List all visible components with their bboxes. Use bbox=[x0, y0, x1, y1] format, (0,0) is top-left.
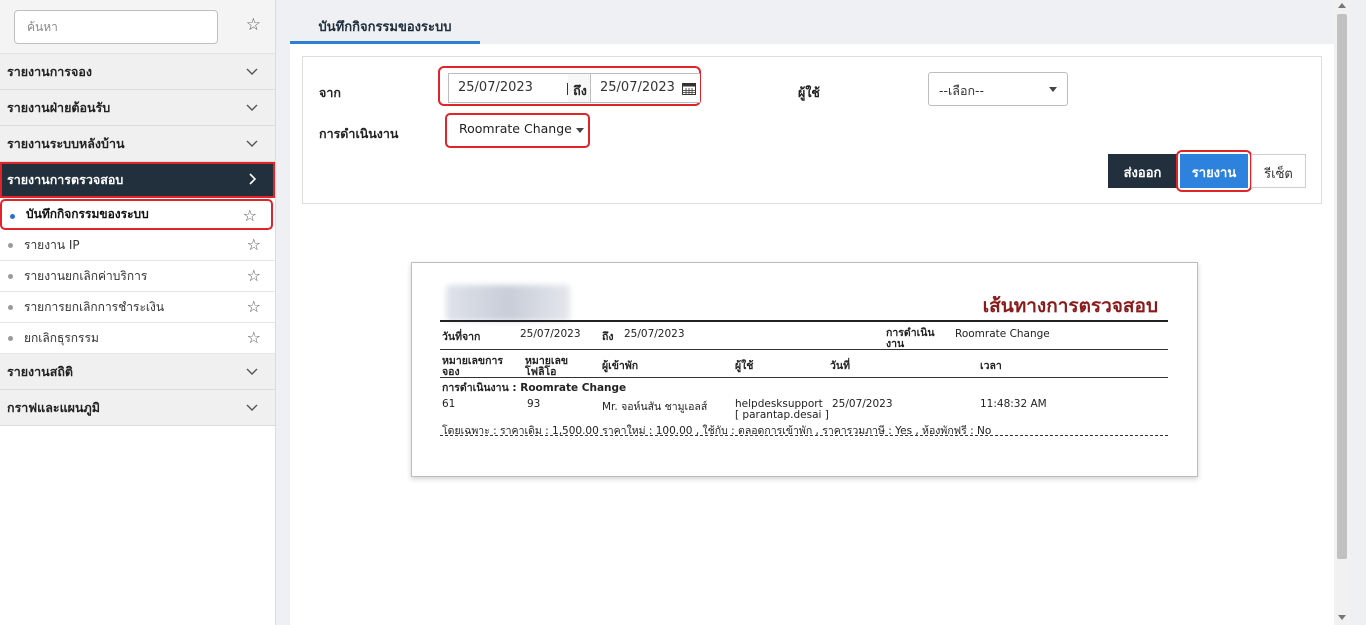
sidebar-section-label: รายงานการตรวจสอบ bbox=[7, 171, 124, 187]
date-range-group: 25/07/2023 ถึง 25/07/2023 bbox=[438, 66, 701, 106]
col-time: เวลา bbox=[980, 360, 1002, 372]
sidebar-section-label: รายงานการจอง bbox=[7, 63, 92, 79]
report-button[interactable]: รายงาน bbox=[1180, 154, 1248, 188]
row-detail: โดยเฉพาะ : ราคาเดิม : 1,500.00 ราคาใหม่ … bbox=[442, 425, 992, 437]
sidebar-item-system-activity-log[interactable]: บันทึกกิจกรรมของระบบ ☆ bbox=[0, 199, 273, 230]
export-button[interactable]: ส่งออก bbox=[1108, 154, 1177, 188]
col-date: วันที่ bbox=[830, 360, 850, 372]
to-date-input[interactable]: 25/07/2023 bbox=[590, 73, 700, 103]
dashed-divider bbox=[440, 435, 1168, 436]
sidebar-item-ip-report[interactable]: รายงาน IP ☆ bbox=[0, 230, 275, 261]
action-select[interactable]: Roomrate Change bbox=[451, 118, 584, 143]
export-button-label: ส่งออก bbox=[1123, 166, 1162, 181]
calendar-icon[interactable] bbox=[682, 82, 696, 95]
row-guest: Mr. จอห์นสัน ชามูเอลส์ bbox=[602, 401, 708, 413]
tab-system-activity-log[interactable]: บันทึกกิจกรรมของระบบ bbox=[290, 16, 480, 44]
sidebar: ☆ รายงานการจอง รายงานฝ่ายต้อนรับ รายงานร… bbox=[0, 0, 276, 625]
chevron-down-icon bbox=[246, 368, 258, 375]
from-date-value: 25/07/2023 bbox=[458, 80, 533, 95]
content-panel: จาก 25/07/2023 ถึง 25/07/2023 ผู้ใช้ --เ… bbox=[290, 44, 1334, 625]
sidebar-item-label: รายงานยกเลิกค่าบริการ bbox=[24, 268, 148, 283]
star-icon[interactable]: ☆ bbox=[246, 17, 261, 34]
bullet-icon bbox=[8, 274, 13, 279]
star-icon[interactable]: ☆ bbox=[243, 208, 257, 224]
hotel-logo-blurred bbox=[446, 285, 570, 321]
user-select[interactable]: --เลือก-- bbox=[928, 72, 1068, 106]
chevron-down-icon bbox=[246, 104, 258, 111]
scrollbar-thumb[interactable] bbox=[1337, 14, 1347, 559]
chevron-right-icon bbox=[249, 173, 257, 185]
row-folio-no: 93 bbox=[527, 398, 541, 410]
row-date: 25/07/2023 bbox=[832, 398, 893, 410]
sidebar-item-label: ยกเลิกธุรกรรม bbox=[24, 330, 99, 345]
row-booking-no: 61 bbox=[442, 398, 456, 410]
date-from-value: 25/07/2023 bbox=[520, 328, 581, 340]
vertical-scrollbar[interactable] bbox=[1334, 0, 1350, 625]
chevron-down-icon bbox=[246, 404, 258, 411]
date-to-value: 25/07/2023 bbox=[624, 328, 685, 340]
search-input[interactable] bbox=[14, 10, 218, 44]
bullet-icon bbox=[10, 214, 15, 219]
sidebar-section-front-desk-reports[interactable]: รายงานฝ่ายต้อนรับ bbox=[0, 90, 275, 126]
col-guest: ผู้เข้าพัก bbox=[602, 360, 639, 372]
sidebar-item-void-transactions[interactable]: ยกเลิกธุรกรรม ☆ bbox=[0, 323, 275, 354]
sidebar-section-statistics-reports[interactable]: รายงานสถิติ bbox=[0, 354, 275, 390]
sidebar-item-label: รายการยกเลิกการชำระเงิน bbox=[24, 299, 165, 314]
action-select-value: Roomrate Change bbox=[459, 121, 572, 136]
row-user-sub: [ parantap.desai ] bbox=[735, 409, 829, 421]
sidebar-section-back-office-reports[interactable]: รายงานระบบหลังบ้าน bbox=[0, 126, 275, 162]
bullet-icon bbox=[8, 305, 13, 310]
date-to-label: ถึง bbox=[602, 331, 614, 343]
sidebar-item-cancelled-payments[interactable]: รายการยกเลิกการชำระเงิน ☆ bbox=[0, 292, 275, 323]
date-from-label: วันที่จาก bbox=[442, 331, 481, 343]
bullet-icon bbox=[8, 336, 13, 341]
scroll-down-arrow-icon[interactable] bbox=[1338, 615, 1346, 620]
col-user: ผู้ใช้ bbox=[735, 360, 754, 372]
caret-down-icon bbox=[1049, 87, 1057, 92]
sidebar-section-label: รายงานฝ่ายต้อนรับ bbox=[7, 99, 111, 115]
sidebar-section-label: รายงานระบบหลังบ้าน bbox=[7, 135, 125, 151]
sidebar-section-label: รายงานสถิติ bbox=[7, 363, 74, 379]
sidebar-item-label: รายงาน IP bbox=[24, 237, 80, 252]
action-value: Roomrate Change bbox=[955, 328, 1050, 340]
report-title: เส้นทางการตรวจสอบ bbox=[982, 295, 1158, 317]
user-select-value: --เลือก-- bbox=[939, 83, 985, 98]
chevron-down-icon bbox=[246, 140, 258, 147]
bullet-icon bbox=[8, 243, 13, 248]
sidebar-section-audit-reports[interactable]: รายงานการตรวจสอบ bbox=[0, 162, 275, 198]
sidebar-item-cancelled-charges-report[interactable]: รายงานยกเลิกค่าบริการ ☆ bbox=[0, 261, 275, 292]
scroll-up-arrow-icon[interactable] bbox=[1338, 3, 1346, 8]
filter-panel: จาก 25/07/2023 ถึง 25/07/2023 ผู้ใช้ --เ… bbox=[302, 56, 1322, 204]
sidebar-search-bar: ☆ bbox=[0, 0, 275, 54]
divider bbox=[440, 349, 1168, 350]
divider bbox=[440, 320, 1168, 322]
action-select-highlight: Roomrate Change bbox=[445, 113, 590, 148]
star-icon[interactable]: ☆ bbox=[247, 268, 261, 284]
tab-label: บันทึกกิจกรรมของระบบ bbox=[318, 20, 452, 35]
reset-button-label: รีเซ็ต bbox=[1264, 167, 1293, 182]
group-label: การดำเนินงาน : Roomrate Change bbox=[442, 382, 627, 394]
star-icon[interactable]: ☆ bbox=[247, 330, 261, 346]
from-label: จาก bbox=[319, 85, 341, 100]
chevron-down-icon bbox=[246, 68, 258, 75]
action-label: การดำเนินงาน bbox=[319, 126, 399, 141]
sidebar-item-label: บันทึกกิจกรรมของระบบ bbox=[26, 207, 149, 221]
report-button-label: รายงาน bbox=[1191, 166, 1237, 181]
report-document: เส้นทางการตรวจสอบ วันที่จาก 25/07/2023 ถ… bbox=[411, 262, 1198, 477]
sidebar-section-label: กราฟและแผนภูมิ bbox=[7, 399, 100, 415]
row-time: 11:48:32 AM bbox=[980, 398, 1047, 410]
to-date-value: 25/07/2023 bbox=[600, 80, 675, 95]
user-label: ผู้ใช้ bbox=[798, 85, 820, 100]
reset-button[interactable]: รีเซ็ต bbox=[1251, 154, 1306, 188]
star-icon[interactable]: ☆ bbox=[247, 237, 261, 253]
tab-bar: บันทึกกิจกรรมของระบบ bbox=[290, 0, 1350, 44]
star-icon[interactable]: ☆ bbox=[247, 299, 261, 315]
caret-down-icon bbox=[576, 128, 584, 133]
divider bbox=[440, 377, 1168, 378]
main-area: บันทึกกิจกรรมของระบบ จาก 25/07/2023 ถึง … bbox=[290, 0, 1350, 625]
sidebar-section-booking-reports[interactable]: รายงานการจอง bbox=[0, 54, 275, 90]
to-label: ถึง bbox=[568, 73, 592, 103]
sidebar-section-graphs-charts[interactable]: กราฟและแผนภูมิ bbox=[0, 390, 275, 426]
